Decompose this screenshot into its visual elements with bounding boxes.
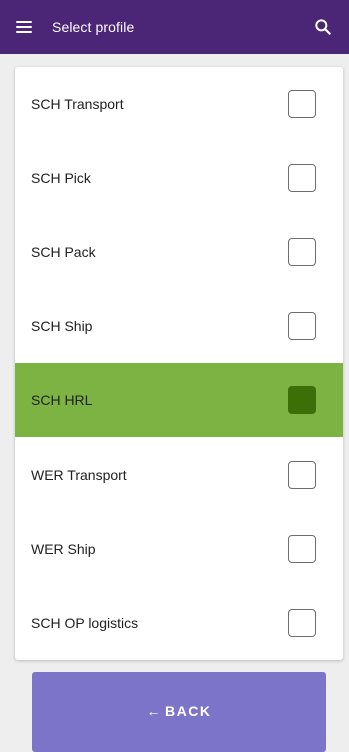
profile-checkbox[interactable] bbox=[288, 238, 316, 267]
page-title: Select profile bbox=[52, 19, 135, 35]
search-icon[interactable] bbox=[313, 17, 333, 37]
profile-label: SCH Transport bbox=[31, 96, 124, 113]
profile-checkbox[interactable] bbox=[288, 90, 316, 119]
profile-label: SCH Pick bbox=[31, 170, 91, 187]
back-arrow-icon: ← bbox=[146, 703, 163, 719]
profile-list: SCH Transport SCH Pick SCH Pack SCH Ship… bbox=[15, 67, 343, 660]
profile-row-wer-ship[interactable]: WER Ship bbox=[15, 512, 343, 586]
profile-row-sch-ship[interactable]: SCH Ship bbox=[15, 289, 343, 363]
profile-checkbox[interactable] bbox=[288, 608, 316, 637]
app-bar: Select profile bbox=[0, 0, 349, 54]
profile-checkbox[interactable] bbox=[288, 312, 316, 341]
profile-label: SCH HRL bbox=[31, 392, 93, 409]
profile-row-wer-transport[interactable]: WER Transport bbox=[15, 437, 343, 511]
profile-label: SCH OP logistics bbox=[31, 614, 139, 631]
profile-row-sch-pack[interactable]: SCH Pack bbox=[15, 215, 343, 289]
back-button-label: BACK bbox=[165, 703, 212, 719]
profile-label: SCH Ship bbox=[31, 318, 93, 335]
profile-label: WER Transport bbox=[31, 466, 127, 483]
profile-label: WER Ship bbox=[31, 540, 96, 557]
back-button[interactable]: ← BACK bbox=[32, 672, 326, 752]
profile-label: SCH Pack bbox=[31, 244, 96, 261]
profile-row-sch-transport[interactable]: SCH Transport bbox=[15, 67, 343, 141]
profile-row-sch-hrl[interactable]: SCH HRL bbox=[15, 363, 343, 438]
profile-checkbox[interactable] bbox=[288, 164, 316, 193]
profile-row-sch-pick[interactable]: SCH Pick bbox=[15, 141, 343, 215]
hamburger-menu-icon[interactable] bbox=[16, 21, 32, 33]
profile-checkbox[interactable] bbox=[288, 534, 316, 563]
profile-checkbox-checked[interactable] bbox=[288, 386, 316, 415]
profile-row-sch-op-logistics[interactable]: SCH OP logistics bbox=[15, 586, 343, 660]
profile-checkbox[interactable] bbox=[288, 460, 316, 489]
